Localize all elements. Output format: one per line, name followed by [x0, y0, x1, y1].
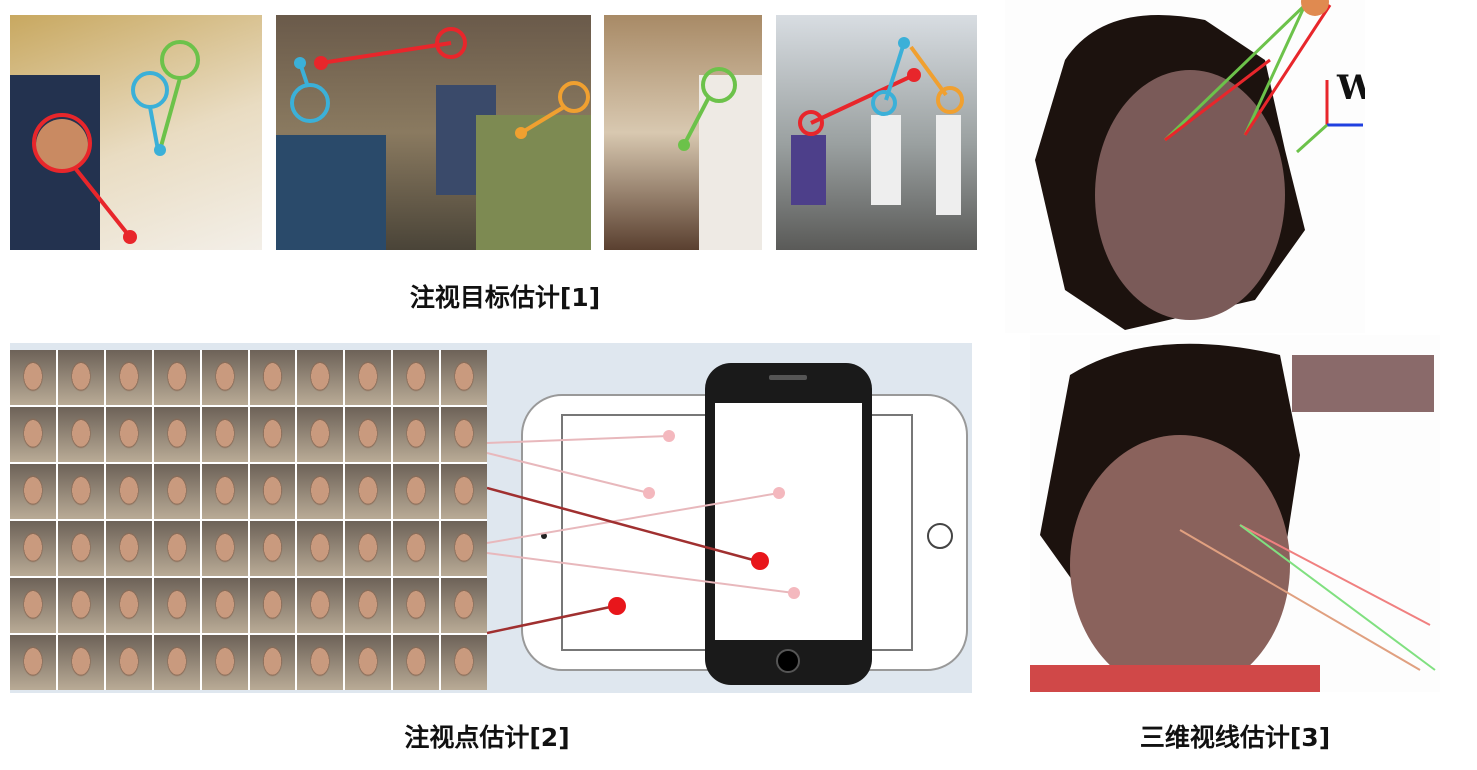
- face-thumbnail: [201, 350, 248, 405]
- face-thumbnail: [201, 407, 248, 462]
- face-thumbnail: [441, 578, 487, 633]
- eye-crop-inset: [1292, 355, 1434, 412]
- face-thumbnail: [249, 521, 296, 576]
- face-thumbnail: [393, 350, 440, 405]
- face-thumbnail: [57, 350, 104, 405]
- face-thumbnail: [57, 521, 104, 576]
- face-thumbnail: [105, 350, 152, 405]
- face-thumbnail: [297, 350, 344, 405]
- gaze-annotation-overlay: [10, 40, 200, 250]
- face-thumbnail: [393, 521, 440, 576]
- face-thumbnail: [249, 464, 296, 519]
- caption-gaze-point: 注视点估计[2]: [404, 723, 570, 752]
- face-thumbnail: [105, 464, 152, 519]
- phone-screen: [715, 403, 862, 640]
- gaze-annotation-overlay: [791, 37, 964, 215]
- gaze-annotation-overlay: [276, 27, 591, 250]
- face-thumbnail: [441, 464, 487, 519]
- face-thumbnail: [249, 407, 296, 462]
- gaze-point-tablet: [608, 597, 626, 615]
- face-thumbnail: [201, 521, 248, 576]
- face-thumbnail: [105, 407, 152, 462]
- face-thumbnail: [57, 635, 104, 690]
- wcs-label: WCS: [1337, 68, 1365, 108]
- face-thumbnail: [345, 407, 392, 462]
- gaze-target-photo-2: [276, 15, 591, 250]
- gaze-target-photo-3: [604, 15, 762, 250]
- caption-gaze-target: 注视目标估计[1]: [409, 283, 601, 312]
- face-thumbnail: [393, 578, 440, 633]
- face-thumbnail: [201, 464, 248, 519]
- gaze-point-phone: [751, 552, 769, 570]
- face-thumbnail: [393, 464, 440, 519]
- face-thumbnail: [441, 407, 487, 462]
- face-thumbnail: [153, 350, 200, 405]
- phone-speaker: [769, 375, 807, 380]
- face-thumbnail: [57, 464, 104, 519]
- face-thumbnail: [57, 578, 104, 633]
- face-thumbnail: [297, 521, 344, 576]
- gaze-target-photo-1: [10, 15, 262, 250]
- face-thumbnail: [10, 350, 56, 405]
- gaze-annotation-overlay: [678, 67, 762, 250]
- face-thumbnail: [201, 635, 248, 690]
- 3d-face-bottom: [1030, 335, 1440, 692]
- 3d-face-top: WCS: [1005, 0, 1365, 333]
- phone-home-button: [776, 649, 800, 673]
- caption-gaze-3d: 三维视线估计[3]: [1139, 723, 1331, 752]
- face-thumbnail: [57, 407, 104, 462]
- face-thumbnail: [441, 521, 487, 576]
- face-thumbnail: [105, 521, 152, 576]
- face-thumbnail: [10, 407, 56, 462]
- face-thumbnail: [297, 407, 344, 462]
- face-thumbnail: [153, 578, 200, 633]
- face-thumbnail: [345, 635, 392, 690]
- face-thumbnail: [105, 635, 152, 690]
- face-thumbnail: [441, 635, 487, 690]
- face-thumbnail: [345, 578, 392, 633]
- face-thumbnail: [153, 635, 200, 690]
- 3d-gaze-overlay: [1035, 0, 1363, 330]
- face-thumbnail: [249, 578, 296, 633]
- face-thumbnail: [345, 521, 392, 576]
- face-thumbnail: [345, 350, 392, 405]
- device-diagram: [487, 363, 968, 685]
- face-thumbnail: [201, 578, 248, 633]
- face-thumbnail: [10, 464, 56, 519]
- face-thumbnail: [297, 464, 344, 519]
- face-thumbnail: [105, 578, 152, 633]
- face-image-grid: [10, 350, 487, 690]
- face-thumbnail: [441, 350, 487, 405]
- 3d-gaze-overlay: [1030, 343, 1436, 692]
- face-thumbnail: [153, 407, 200, 462]
- face-thumbnail: [153, 464, 200, 519]
- face-thumbnail: [297, 635, 344, 690]
- face-thumbnail: [249, 635, 296, 690]
- face-thumbnail: [345, 464, 392, 519]
- face-thumbnail: [10, 578, 56, 633]
- face-thumbnail: [10, 635, 56, 690]
- face-thumbnail: [297, 578, 344, 633]
- gaze-target-photo-4: [776, 15, 977, 250]
- face-thumbnail: [249, 350, 296, 405]
- face-thumbnail: [10, 521, 56, 576]
- face-thumbnail: [393, 407, 440, 462]
- face-thumbnail: [153, 521, 200, 576]
- face-thumbnail: [393, 635, 440, 690]
